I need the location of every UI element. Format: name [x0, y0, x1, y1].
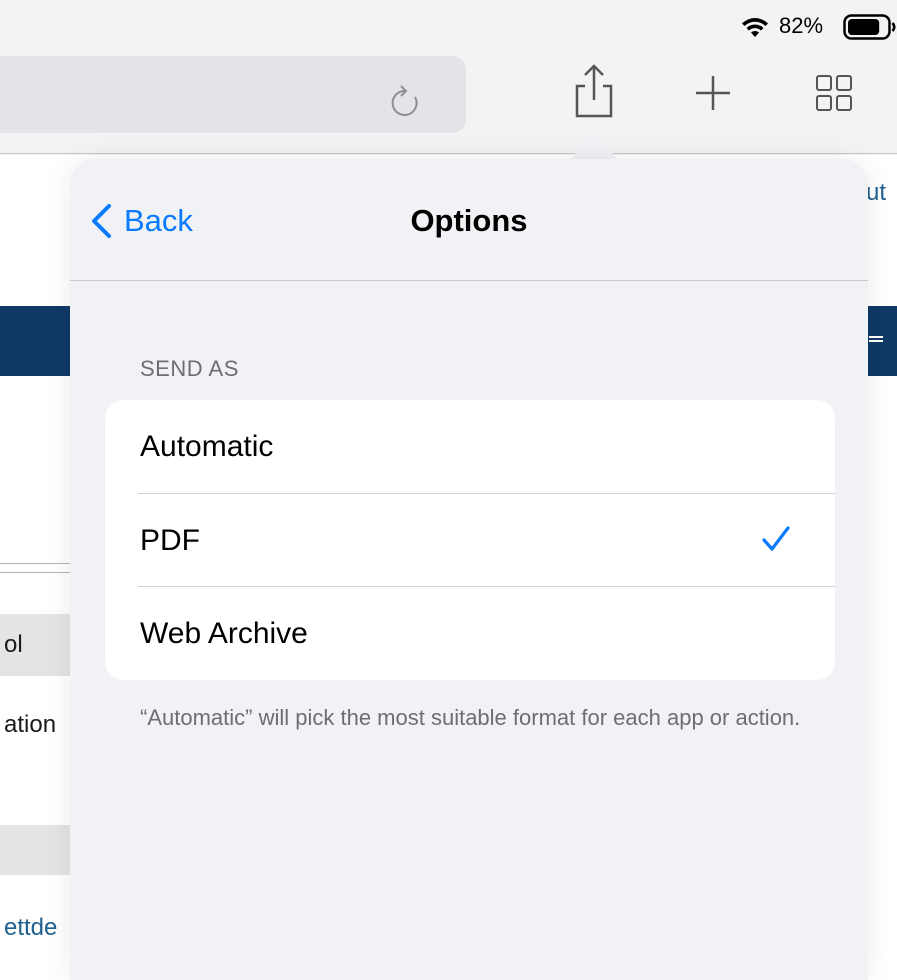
option-label: PDF	[140, 524, 200, 557]
share-icon[interactable]	[572, 64, 616, 120]
page-cell	[0, 825, 70, 875]
page-divider	[0, 572, 70, 573]
plus-icon[interactable]	[694, 74, 732, 112]
tabs-grid-icon[interactable]	[815, 74, 853, 112]
section-header: SEND AS	[140, 356, 239, 381]
battery-percent: 82%	[779, 13, 824, 38]
option-web-archive[interactable]: Web Archive	[105, 587, 835, 680]
menu-icon	[869, 336, 883, 342]
address-bar[interactable]	[0, 56, 466, 133]
option-pdf[interactable]: PDF	[105, 494, 835, 587]
option-label: Automatic	[140, 430, 274, 463]
page-text-fragment: ation	[4, 711, 57, 738]
reload-icon[interactable]	[388, 83, 422, 119]
page-text-fragment: ol	[4, 631, 23, 658]
popover-arrow	[570, 130, 618, 160]
popover-header: Options Back	[70, 159, 868, 281]
checkmark-icon	[762, 526, 790, 551]
footer-note: “Automatic” will pick the most suitable …	[140, 705, 801, 730]
wifi-icon	[742, 18, 768, 37]
option-label: Web Archive	[140, 617, 308, 650]
page-text-fragment: ut	[866, 179, 887, 206]
page-divider	[0, 563, 70, 564]
back-button[interactable]: Back	[90, 201, 193, 241]
chevron-left-icon	[92, 204, 111, 238]
battery-icon	[843, 14, 896, 40]
page-link-fragment[interactable]: ettde	[4, 913, 57, 943]
send-as-options-list: Automatic PDF Web Archive	[105, 400, 835, 680]
status-bar: 82%	[0, 0, 897, 46]
option-automatic[interactable]: Automatic	[105, 400, 835, 493]
options-popover: Options Back SEND AS Automatic PDF Web A…	[70, 159, 868, 980]
back-label: Back	[124, 203, 193, 238]
browser-toolbar	[0, 46, 897, 154]
